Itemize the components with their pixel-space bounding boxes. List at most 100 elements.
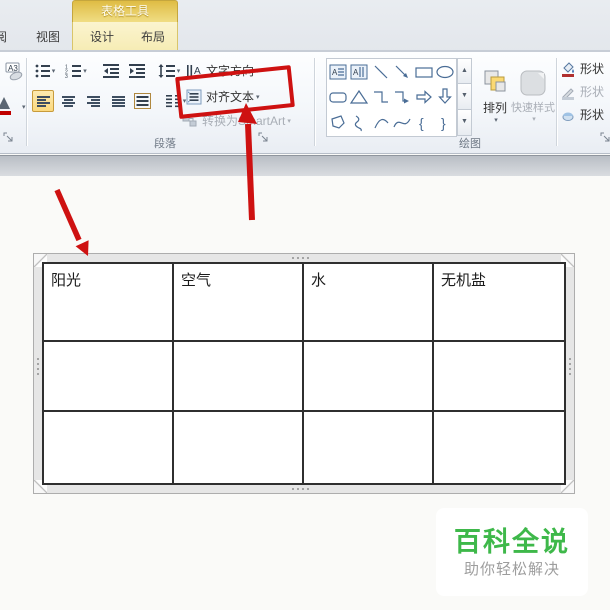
ribbon-tab-strip: 阅 视图 表格工具 设计 布局 <box>0 0 610 52</box>
line-spacing-caret-icon: ▾ <box>176 68 181 75</box>
shape-rounded-rectangle-icon[interactable] <box>327 85 349 111</box>
font-color-button[interactable] <box>0 94 18 118</box>
font-color-icon <box>0 97 11 115</box>
align-center-button[interactable] <box>57 90 79 112</box>
arrange-label: 排列 <box>482 101 507 115</box>
shape-left-brace-icon[interactable]: { <box>413 110 435 136</box>
paragraph-group-label: 段落 <box>154 138 176 150</box>
frame-handle-left[interactable] <box>37 358 39 378</box>
justify-icon <box>111 95 125 108</box>
drawing-group-label: 绘图 <box>459 138 481 150</box>
table-cell[interactable] <box>434 342 564 412</box>
shape-isosceles-triangle-icon[interactable] <box>349 85 371 111</box>
svg-text:}: } <box>441 115 446 131</box>
pencil-icon <box>562 87 574 100</box>
shape-fill-button[interactable]: 形状 <box>560 60 604 77</box>
shape-text-box-icon[interactable]: A <box>327 59 349 85</box>
shapes-gallery: A A {} <box>326 58 457 137</box>
table-cell[interactable] <box>44 342 174 412</box>
slide-area-top-band <box>0 155 610 176</box>
shape-freeform-icon[interactable] <box>327 110 349 136</box>
align-right-button[interactable] <box>82 90 104 112</box>
shape-arrow-icon[interactable] <box>392 59 414 85</box>
decrease-indent-icon <box>103 64 119 78</box>
tab-view[interactable]: 视图 <box>26 26 70 50</box>
watermark-title: 百科全说 <box>454 527 570 557</box>
table-cell[interactable]: 水 <box>304 264 434 342</box>
tab-layout[interactable]: 布局 <box>131 26 175 50</box>
clear-formatting-button[interactable]: A3 <box>2 60 25 84</box>
shapes-gallery-scrollbar: ▲ ▼ ▼ <box>457 58 472 137</box>
align-left-icon <box>36 95 50 108</box>
quick-styles-button[interactable]: 快速样式 ▾ <box>511 58 555 134</box>
shape-outline-button[interactable]: 形状 <box>560 83 604 100</box>
table-cell[interactable] <box>44 412 174 483</box>
shape-effects-label: 形状 <box>580 108 605 122</box>
bullet-list-icon <box>35 64 50 78</box>
shape-oval-icon[interactable] <box>435 59 457 85</box>
arrange-caret-icon: ▾ <box>494 117 498 124</box>
distribute-icon <box>133 93 151 109</box>
quick-styles-label: 快速样式 <box>511 102 555 114</box>
arrange-button[interactable]: 排列 ▾ <box>477 58 513 134</box>
tab-review-partial[interactable]: 阅 <box>0 26 12 50</box>
align-center-icon <box>61 95 75 108</box>
quick-styles-icon <box>520 70 546 96</box>
bullets-caret-icon: ▾ <box>51 68 56 75</box>
table-cell[interactable]: 阳光 <box>44 264 174 342</box>
frame-handle-right[interactable] <box>569 358 571 378</box>
decrease-indent-button[interactable] <box>100 60 122 82</box>
eraser-icon: A3 <box>5 62 22 81</box>
svg-text:A3: A3 <box>8 64 18 73</box>
table-cell[interactable] <box>174 412 304 483</box>
gallery-scroll-up-icon[interactable]: ▲ <box>457 58 472 84</box>
table-cell[interactable]: 空气 <box>174 264 304 342</box>
numbering-button[interactable]: 1 2 3 ▾ <box>62 60 90 82</box>
content-table[interactable]: 阳光 空气水无机盐 <box>42 262 566 485</box>
tab-design[interactable]: 设计 <box>80 26 124 50</box>
shape-right-brace-icon[interactable]: } <box>435 110 457 136</box>
font-dialog-launcher[interactable] <box>3 132 15 144</box>
shape-arc-icon[interactable] <box>370 110 392 136</box>
frame-handle-bottom[interactable] <box>292 488 312 490</box>
numbering-caret-icon: ▾ <box>83 68 87 75</box>
bullets-button[interactable]: ▾ <box>32 60 58 82</box>
shape-fill-label: 形状 <box>580 62 605 76</box>
increase-indent-button[interactable] <box>126 60 148 82</box>
shape-elbow-connector-icon[interactable] <box>370 85 392 111</box>
frame-handle-top[interactable] <box>292 257 312 259</box>
paint-bucket-icon <box>562 61 574 77</box>
convert-to-smartart-caret-icon: ▾ <box>287 117 291 125</box>
shape-curve-icon[interactable] <box>392 110 414 136</box>
svg-text:{: { <box>419 115 424 131</box>
drawing-dialog-launcher[interactable] <box>600 132 610 144</box>
shape-line-icon[interactable] <box>370 59 392 85</box>
align-left-button[interactable] <box>32 90 54 112</box>
shape-down-arrow-icon[interactable] <box>435 85 457 111</box>
watermark-subtitle: 助你轻松解决 <box>463 561 560 578</box>
distribute-button[interactable] <box>130 90 154 112</box>
justify-button[interactable] <box>107 90 129 112</box>
table-cell[interactable] <box>304 342 434 412</box>
table-cell[interactable] <box>174 342 304 412</box>
gallery-scroll-down-icon[interactable]: ▼ <box>457 84 472 110</box>
quick-styles-caret-icon: ▾ <box>532 116 536 123</box>
gallery-more-icon[interactable]: ▼ <box>457 110 472 136</box>
font-color-caret-icon[interactable]: ▾ <box>22 103 26 111</box>
shape-effects-icon <box>562 112 574 121</box>
shape-rectangle-icon[interactable] <box>413 59 435 85</box>
align-right-icon <box>86 95 100 108</box>
svg-text:A: A <box>353 68 359 77</box>
shape-vertical-text-box-icon[interactable]: A <box>349 59 371 85</box>
table-cell[interactable]: 无机盐 <box>434 264 564 342</box>
shape-effects-button[interactable]: 形状 <box>560 106 604 123</box>
paragraph-dialog-launcher[interactable] <box>258 132 270 144</box>
shape-scribble-icon[interactable] <box>349 110 371 136</box>
table-cell[interactable] <box>304 412 434 483</box>
numbered-list-icon: 1 2 3 <box>65 65 82 78</box>
table-cell[interactable] <box>434 412 564 483</box>
shape-elbow-arrow-connector-icon[interactable] <box>392 85 414 111</box>
shape-right-arrow-icon[interactable] <box>413 85 435 111</box>
svg-text:A: A <box>332 68 338 77</box>
line-spacing-icon <box>158 64 175 78</box>
